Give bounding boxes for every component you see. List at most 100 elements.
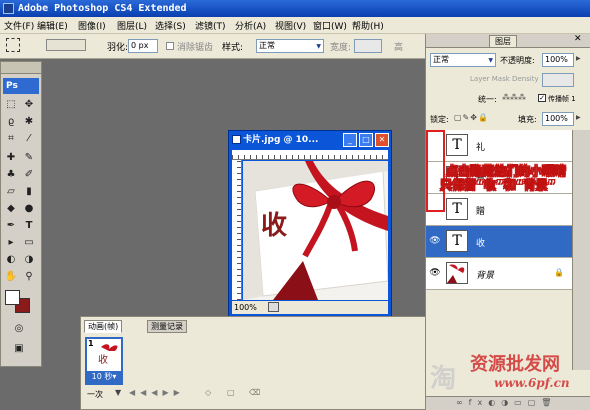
- playback-controls-icon[interactable]: ◀◀◀▶▶: [129, 388, 185, 397]
- maximize-button[interactable]: □: [359, 133, 373, 147]
- tween-icon[interactable]: ◇: [205, 388, 211, 397]
- menu-window[interactable]: 窗口(W): [313, 19, 347, 32]
- antialias-checkbox[interactable]: [166, 42, 174, 50]
- history-brush-icon[interactable]: ✐: [22, 168, 36, 182]
- fill-label: 填充:: [518, 115, 537, 124]
- menu-filter[interactable]: 滤镜(T): [195, 19, 226, 32]
- antialias-label: 消除锯齿: [177, 43, 214, 53]
- eyedropper-icon[interactable]: ⁄: [22, 132, 36, 146]
- blend-mode-select[interactable]: 正常: [430, 53, 496, 67]
- watermark-tao: 淘: [430, 364, 457, 394]
- frame-delay[interactable]: 10 秒▾: [87, 371, 121, 383]
- menu-image[interactable]: 图像(I): [78, 19, 106, 32]
- layer-actions-icon[interactable]: ∞fx◐◑▭▢🗑: [456, 398, 557, 407]
- window-title: Adobe Photoshop CS4 Extended: [18, 3, 187, 14]
- menu-edit[interactable]: 编辑(E): [37, 19, 68, 32]
- screen-mode-icon[interactable]: ▣: [12, 342, 26, 356]
- layer-name: 收: [476, 239, 486, 249]
- layer-row[interactable]: T 礼: [426, 130, 572, 162]
- text-layer-thumbnail: T: [446, 230, 468, 252]
- opacity-dropdown-icon[interactable]: ▶: [576, 55, 581, 62]
- close-button[interactable]: ✕: [375, 133, 389, 147]
- lasso-icon[interactable]: ϱ: [4, 115, 18, 129]
- tab-animation[interactable]: 动画(帧): [84, 320, 123, 333]
- magic-wand-icon[interactable]: ✱: [22, 115, 36, 129]
- menu-help[interactable]: 帮助(H): [352, 19, 384, 32]
- tab-measurement-log[interactable]: 测量记录: [147, 320, 187, 333]
- mask-density-input[interactable]: [542, 73, 574, 87]
- move-icon[interactable]: ✥: [22, 98, 36, 112]
- layer-row-selected[interactable]: 👁 T 收: [426, 226, 572, 258]
- tab-layers[interactable]: 图层: [489, 35, 517, 48]
- menu-layer[interactable]: 图层(L): [117, 19, 147, 32]
- eye-icon[interactable]: 👁: [429, 267, 441, 279]
- background-layer-thumbnail: [446, 262, 468, 284]
- 3d-rotate-icon[interactable]: ◐: [4, 253, 18, 267]
- new-frame-icon[interactable]: ▢: [227, 388, 235, 397]
- hand-icon[interactable]: ✋: [4, 270, 18, 284]
- feather-input[interactable]: 0 px: [128, 39, 158, 53]
- opacity-input[interactable]: 100%: [542, 53, 574, 67]
- loop-select[interactable]: 一次: [87, 389, 103, 400]
- clone-stamp-icon[interactable]: ♣: [4, 168, 18, 182]
- blur-icon[interactable]: ◆: [4, 202, 18, 216]
- dodge-icon[interactable]: ●: [22, 202, 36, 216]
- foreground-color-swatch[interactable]: [5, 290, 20, 305]
- style-select[interactable]: 正常: [256, 39, 324, 53]
- toolbox-header: [1, 62, 41, 74]
- layers-bottom-bar: ∞fx◐◑▭▢🗑: [426, 396, 590, 410]
- layer-name: 贈: [476, 207, 486, 217]
- marquee-tool-icon[interactable]: [6, 38, 20, 52]
- unify-buttons-icon[interactable]: ⁂⁂⁂: [502, 93, 526, 102]
- shape-icon[interactable]: ▭: [22, 236, 36, 250]
- delete-frame-icon[interactable]: ⌫: [249, 388, 260, 397]
- minimize-button[interactable]: _: [343, 133, 357, 147]
- document-icon: [232, 135, 241, 144]
- animation-frame[interactable]: 1 收 10 秒▾: [85, 337, 123, 385]
- crop-icon[interactable]: ⌗: [4, 132, 18, 146]
- 3d-camera-icon[interactable]: ◑: [22, 253, 36, 267]
- layer-row[interactable]: 👁 背景 🔒: [426, 258, 572, 290]
- annotation-highlight-box: [426, 130, 445, 212]
- marquee-icon[interactable]: ⬚: [4, 98, 18, 112]
- feather-label: 羽化:: [107, 43, 129, 53]
- opacity-label: 不透明度:: [500, 56, 535, 65]
- gradient-icon[interactable]: ▮: [22, 185, 36, 199]
- document-window: 卡片.jpg @ 10... _ □ ✕ 收 100%: [228, 130, 392, 317]
- menu-select[interactable]: 选择(S): [155, 19, 186, 32]
- selection-mode-buttons[interactable]: [46, 39, 86, 51]
- quick-mask-icon[interactable]: ◎: [12, 322, 26, 336]
- eraser-icon[interactable]: ▱: [4, 185, 18, 199]
- lock-buttons-icon[interactable]: ▢✎✥🔒: [454, 113, 489, 122]
- layer-row[interactable]: T 贈: [426, 194, 572, 226]
- propagate-label: 传播帧 1: [548, 95, 576, 103]
- fill-dropdown-icon[interactable]: ▶: [576, 114, 581, 121]
- path-selection-icon[interactable]: ▸: [4, 236, 18, 250]
- watermark-url: www.6pf.cn: [494, 376, 570, 390]
- healing-brush-icon[interactable]: ✚: [4, 151, 18, 165]
- menu-file[interactable]: 文件(F): [4, 19, 34, 32]
- layer-name: 背景: [476, 271, 495, 281]
- card-canvas[interactable]: 收: [243, 161, 388, 300]
- panel-close-icon[interactable]: ✕: [574, 34, 582, 44]
- width-input[interactable]: [354, 39, 382, 53]
- menu-bar: 文件(F) 编辑(E) 图像(I) 图层(L) 选择(S) 滤镜(T) 分析(A…: [0, 17, 590, 34]
- propagate-checkbox[interactable]: ✓: [538, 94, 546, 102]
- status-info-icon[interactable]: [268, 302, 279, 312]
- unify-label: 统一:: [478, 95, 497, 104]
- eye-icon[interactable]: 👁: [429, 235, 441, 247]
- menu-analysis[interactable]: 分析(A): [235, 19, 266, 32]
- type-icon[interactable]: T: [22, 219, 36, 233]
- fill-input[interactable]: 100%: [542, 112, 574, 126]
- loop-dropdown-icon[interactable]: ▼: [115, 388, 121, 397]
- zoom-level[interactable]: 100%: [234, 303, 257, 312]
- brush-icon[interactable]: ✎: [22, 151, 36, 165]
- width-label: 宽度:: [330, 43, 352, 53]
- text-layer-thumbnail: T: [446, 198, 468, 220]
- lock-icon: 🔒: [554, 268, 564, 277]
- photoshop-app-icon: [3, 3, 14, 14]
- height-label: 高: [394, 43, 404, 53]
- pen-icon[interactable]: ✒: [4, 219, 18, 233]
- zoom-icon[interactable]: ⚲: [22, 270, 36, 284]
- menu-view[interactable]: 视图(V): [275, 19, 306, 32]
